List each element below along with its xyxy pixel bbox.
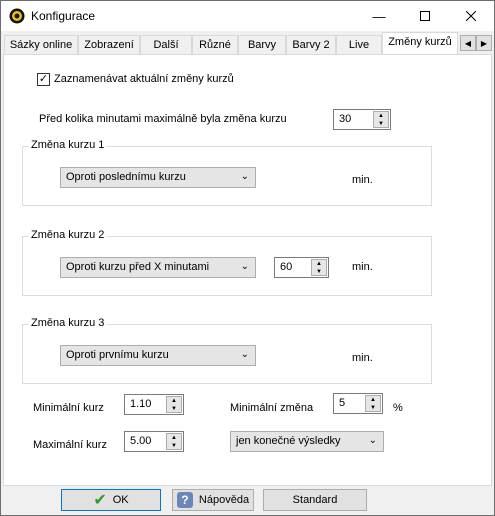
close-icon: [466, 11, 476, 21]
question-mark-icon: ?: [176, 492, 193, 508]
checkmark-icon: ✓: [38, 73, 49, 85]
ok-label: OK: [112, 494, 129, 506]
tab-zobrazeni[interactable]: Zobrazení: [78, 35, 140, 54]
dialog-footer: ✔ OK ? Nápověda Standard: [1, 487, 494, 515]
maximize-icon: [420, 11, 430, 21]
min-change-label: Minimální změna: [230, 402, 314, 414]
maximize-button[interactable]: [402, 1, 448, 31]
group-2-mode-select[interactable]: Oproti kurzu před X minutami ⌄: [60, 257, 256, 278]
group-1-mode-value: Oproti poslednímu kurzu: [66, 171, 186, 183]
group-1-title: Změna kurzu 1: [28, 139, 108, 151]
spinner-arrows-icon[interactable]: ▲ ▼: [365, 395, 381, 412]
chevron-right-icon: ▶: [480, 38, 488, 48]
min-change-unit: %: [393, 402, 403, 414]
group-2-title: Změna kurzu 2: [28, 229, 108, 241]
tab-scroll-right-button[interactable]: ▶: [476, 35, 492, 51]
group-zmena-kurzu-3: Změna kurzu 3 Oproti prvnímu kurzu ⌄ min…: [22, 317, 432, 384]
group-2-minutes-spinner[interactable]: 60 ▲ ▼: [274, 257, 329, 278]
max-odds-spinner[interactable]: 5.00 ▲ ▼: [124, 431, 184, 452]
spinner-arrows-icon[interactable]: ▲ ▼: [373, 111, 389, 128]
group-3-title: Změna kurzu 3: [28, 317, 108, 329]
ok-button[interactable]: ✔ OK: [61, 489, 161, 511]
tab-barvy[interactable]: Barvy: [238, 35, 286, 54]
window-title: Konfigurace: [31, 9, 96, 23]
group-3-mode-value: Oproti prvnímu kurzu: [66, 349, 169, 361]
max-minutes-value: 30: [339, 113, 352, 125]
tab-dalsi[interactable]: Další: [140, 35, 192, 54]
group-3-unit: min.: [352, 352, 373, 364]
help-button[interactable]: ? Nápověda: [172, 489, 254, 511]
max-minutes-spinner[interactable]: 30 ▲ ▼: [333, 109, 391, 130]
tab-strip: Sázky online Zobrazení Další Různé Barvy…: [1, 31, 494, 55]
close-button[interactable]: [448, 1, 494, 31]
tab-ruzne[interactable]: Různé: [192, 35, 238, 54]
tab-panel-zmeny-kurzu: ✓ Zaznamenávat aktuální změny kurzů Před…: [3, 54, 492, 486]
group-2-minutes-value: 60: [280, 261, 293, 273]
chevron-down-icon: ⌄: [240, 349, 249, 360]
group-1-mode-select[interactable]: Oproti poslednímu kurzu ⌄: [60, 167, 256, 188]
standard-label: Standard: [292, 494, 338, 506]
group-2-unit: min.: [352, 261, 373, 273]
title-bar[interactable]: Konfigurace —: [1, 1, 494, 31]
help-label: Nápověda: [198, 494, 250, 506]
group-zmena-kurzu-2: Změna kurzu 2 Oproti kurzu před X minuta…: [22, 229, 432, 296]
min-odds-spinner[interactable]: 1.10 ▲ ▼: [124, 394, 184, 415]
minimize-icon: —: [372, 8, 386, 24]
configuration-window: Konfigurace — Sázky online Zobrazení Dal…: [0, 0, 495, 516]
chevron-down-icon: ⌄: [368, 435, 377, 446]
results-filter-select[interactable]: jen konečné výsledky ⌄: [230, 431, 384, 452]
min-change-value: 5: [339, 397, 346, 409]
standard-button[interactable]: Standard: [263, 489, 367, 511]
app-logo-icon: [9, 8, 25, 24]
results-filter-value: jen konečné výsledky: [236, 435, 341, 447]
max-odds-value: 5.00: [130, 435, 152, 447]
min-odds-label: Minimální kurz: [33, 402, 104, 414]
spinner-arrows-icon[interactable]: ▲ ▼: [311, 259, 327, 276]
group-1-unit: min.: [352, 174, 373, 186]
min-change-spinner[interactable]: 5 ▲ ▼: [333, 393, 383, 414]
group-zmena-kurzu-1: Změna kurzu 1 Oproti poslednímu kurzu ⌄ …: [22, 139, 432, 206]
record-changes-label: Zaznamenávat aktuální změny kurzů: [54, 73, 234, 85]
spinner-arrows-icon[interactable]: ▲ ▼: [166, 396, 182, 413]
record-changes-checkbox[interactable]: ✓: [37, 73, 50, 86]
max-odds-label: Maximální kurz: [33, 439, 107, 451]
chevron-left-icon: ◀: [464, 38, 472, 48]
max-minutes-label: Před kolika minutami maximálně byla změn…: [39, 113, 287, 125]
chevron-down-icon: ⌄: [240, 261, 249, 272]
tab-live[interactable]: Live: [336, 35, 382, 54]
tab-barvy-2[interactable]: Barvy 2: [286, 35, 336, 54]
tab-zmeny-kurzu[interactable]: Změny kurzů: [382, 32, 458, 54]
chevron-down-icon: ⌄: [240, 171, 249, 182]
min-odds-value: 1.10: [130, 398, 152, 410]
group-2-mode-value: Oproti kurzu před X minutami: [66, 261, 210, 273]
minimize-button[interactable]: —: [356, 1, 402, 31]
checkmark-icon: ✔: [93, 492, 107, 509]
spinner-arrows-icon[interactable]: ▲ ▼: [166, 433, 182, 450]
group-3-mode-select[interactable]: Oproti prvnímu kurzu ⌄: [60, 345, 256, 366]
tab-scroll-left-button[interactable]: ◀: [460, 35, 476, 51]
tab-sazky-online[interactable]: Sázky online: [4, 35, 78, 54]
